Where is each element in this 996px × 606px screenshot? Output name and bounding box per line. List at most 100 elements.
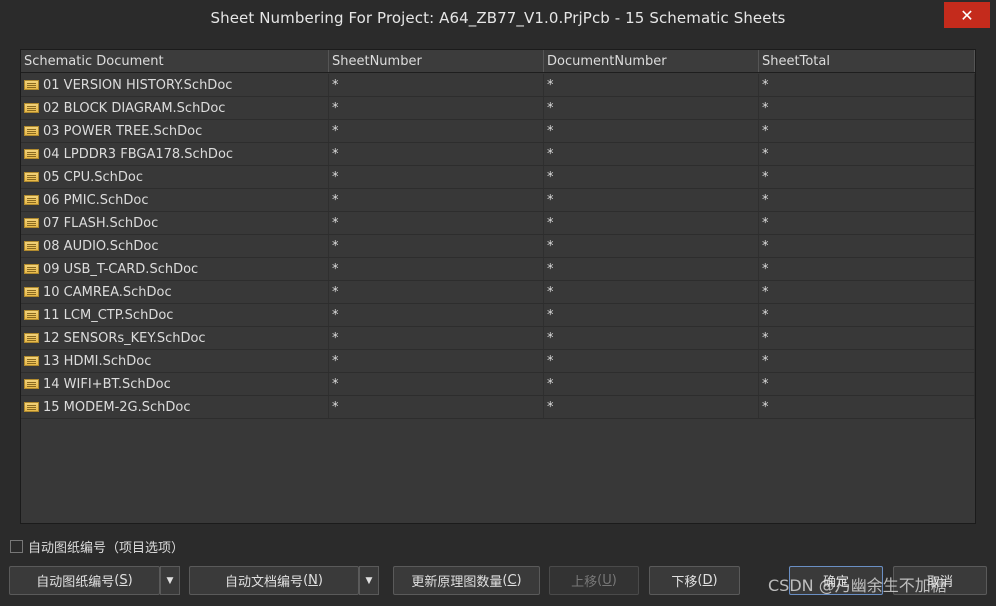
cell-sheet-total[interactable]: * (759, 212, 975, 234)
cell-sheet-total[interactable]: * (759, 258, 975, 280)
cell-sheet-number[interactable]: * (329, 74, 544, 96)
cell-schematic-document[interactable]: 14 WIFI+BT.SchDoc (21, 373, 329, 395)
update-sheet-count-button[interactable]: 更新原理图数量 (C) (393, 566, 540, 595)
cell-schematic-document[interactable]: 09 USB_T-CARD.SchDoc (21, 258, 329, 280)
cell-schematic-document-text: 04 LPDDR3 FBGA178.SchDoc (43, 146, 234, 162)
schematic-sheet-icon (24, 103, 39, 113)
table-row[interactable]: 07 FLASH.SchDoc * * * (21, 212, 975, 235)
cancel-button[interactable]: 取消 (893, 566, 987, 595)
cell-sheet-number[interactable]: * (329, 327, 544, 349)
cell-schematic-document[interactable]: 08 AUDIO.SchDoc (21, 235, 329, 257)
cell-sheet-number[interactable]: * (329, 120, 544, 142)
column-header-document-number[interactable]: DocumentNumber (544, 50, 759, 72)
close-button[interactable]: ✕ (944, 2, 990, 28)
cell-sheet-number[interactable]: * (329, 143, 544, 165)
table-row[interactable]: 06 PMIC.SchDoc * * * (21, 189, 975, 212)
cell-schematic-document[interactable]: 05 CPU.SchDoc (21, 166, 329, 188)
table-row[interactable]: 04 LPDDR3 FBGA178.SchDoc * * * (21, 143, 975, 166)
cell-sheet-total[interactable]: * (759, 281, 975, 303)
cell-sheet-number[interactable]: * (329, 235, 544, 257)
cell-document-number[interactable]: * (544, 120, 759, 142)
cell-sheet-total[interactable]: * (759, 166, 975, 188)
cell-schematic-document[interactable]: 01 VERSION HISTORY.SchDoc (21, 74, 329, 96)
cell-sheet-number[interactable]: * (329, 189, 544, 211)
cell-document-number[interactable]: * (544, 258, 759, 280)
cell-sheet-total[interactable]: * (759, 350, 975, 372)
cell-schematic-document[interactable]: 03 POWER TREE.SchDoc (21, 120, 329, 142)
column-header-sheet-total[interactable]: SheetTotal (759, 50, 975, 72)
cell-sheet-total[interactable]: * (759, 373, 975, 395)
cell-sheet-number[interactable]: * (329, 212, 544, 234)
table-row[interactable]: 03 POWER TREE.SchDoc * * * (21, 120, 975, 143)
cell-schematic-document[interactable]: 12 SENSORs_KEY.SchDoc (21, 327, 329, 349)
cell-schematic-document[interactable]: 02 BLOCK DIAGRAM.SchDoc (21, 97, 329, 119)
cell-document-number[interactable]: * (544, 166, 759, 188)
cell-schematic-document[interactable]: 07 FLASH.SchDoc (21, 212, 329, 234)
table-row[interactable]: 02 BLOCK DIAGRAM.SchDoc * * * (21, 97, 975, 120)
cell-sheet-total[interactable]: * (759, 327, 975, 349)
cell-schematic-document[interactable]: 06 PMIC.SchDoc (21, 189, 329, 211)
cell-document-number[interactable]: * (544, 281, 759, 303)
table-row[interactable]: 11 LCM_CTP.SchDoc * * * (21, 304, 975, 327)
cell-sheet-total-text: * (762, 238, 769, 254)
cell-document-number[interactable]: * (544, 212, 759, 234)
cell-document-number-text: * (547, 77, 554, 93)
cell-document-number[interactable]: * (544, 327, 759, 349)
auto-document-number-button[interactable]: 自动文档编号 (N) (189, 566, 359, 595)
cell-document-number[interactable]: * (544, 74, 759, 96)
ok-button[interactable]: 确定 (789, 566, 883, 595)
cell-sheet-number[interactable]: * (329, 166, 544, 188)
cell-schematic-document[interactable]: 15 MODEM-2G.SchDoc (21, 396, 329, 418)
sheet-grid[interactable]: Schematic Document SheetNumber DocumentN… (20, 49, 976, 524)
cell-sheet-number[interactable]: * (329, 258, 544, 280)
cell-sheet-total[interactable]: * (759, 304, 975, 326)
cell-sheet-total[interactable]: * (759, 235, 975, 257)
auto-sheet-number-button[interactable]: 自动图纸编号 (S) (9, 566, 160, 595)
auto-sheet-numbering-option[interactable]: 自动图纸编号（项目选项） (10, 537, 184, 556)
cell-sheet-number[interactable]: * (329, 281, 544, 303)
cell-sheet-number[interactable]: * (329, 373, 544, 395)
table-row[interactable]: 15 MODEM-2G.SchDoc * * * (21, 396, 975, 419)
cell-sheet-total[interactable]: * (759, 120, 975, 142)
column-header-sheet-number[interactable]: SheetNumber (329, 50, 544, 72)
table-row[interactable]: 09 USB_T-CARD.SchDoc * * * (21, 258, 975, 281)
auto-sheet-numbering-checkbox[interactable] (10, 540, 23, 553)
schematic-sheet-icon (24, 172, 39, 182)
cell-document-number[interactable]: * (544, 97, 759, 119)
column-header-schematic-document[interactable]: Schematic Document (21, 50, 329, 72)
table-row[interactable]: 13 HDMI.SchDoc * * * (21, 350, 975, 373)
auto-sheet-number-dropdown[interactable]: ▼ (160, 566, 180, 595)
cell-schematic-document[interactable]: 11 LCM_CTP.SchDoc (21, 304, 329, 326)
cell-schematic-document[interactable]: 04 LPDDR3 FBGA178.SchDoc (21, 143, 329, 165)
cell-sheet-number[interactable]: * (329, 350, 544, 372)
table-row[interactable]: 12 SENSORs_KEY.SchDoc * * * (21, 327, 975, 350)
move-down-button[interactable]: 下移 (D) (649, 566, 740, 595)
cell-sheet-total[interactable]: * (759, 143, 975, 165)
cell-sheet-total[interactable]: * (759, 74, 975, 96)
table-row[interactable]: 08 AUDIO.SchDoc * * * (21, 235, 975, 258)
table-row[interactable]: 01 VERSION HISTORY.SchDoc * * * (21, 74, 975, 97)
cell-document-number[interactable]: * (544, 373, 759, 395)
table-row[interactable]: 10 CAMREA.SchDoc * * * (21, 281, 975, 304)
cell-document-number[interactable]: * (544, 396, 759, 418)
cell-document-number[interactable]: * (544, 235, 759, 257)
cell-document-number[interactable]: * (544, 350, 759, 372)
cell-sheet-number[interactable]: * (329, 396, 544, 418)
cell-document-number[interactable]: * (544, 304, 759, 326)
cell-sheet-total[interactable]: * (759, 97, 975, 119)
cell-document-number[interactable]: * (544, 143, 759, 165)
cell-sheet-number[interactable]: * (329, 304, 544, 326)
table-row[interactable]: 14 WIFI+BT.SchDoc * * * (21, 373, 975, 396)
cell-sheet-number[interactable]: * (329, 97, 544, 119)
cell-sheet-total[interactable]: * (759, 189, 975, 211)
cell-schematic-document-text: 15 MODEM-2G.SchDoc (43, 399, 191, 415)
auto-document-number-dropdown[interactable]: ▼ (359, 566, 379, 595)
move-up-button[interactable]: 上移 (U) (549, 566, 639, 595)
table-row[interactable]: 05 CPU.SchDoc * * * (21, 166, 975, 189)
cell-schematic-document[interactable]: 13 HDMI.SchDoc (21, 350, 329, 372)
cell-schematic-document[interactable]: 10 CAMREA.SchDoc (21, 281, 329, 303)
cell-document-number[interactable]: * (544, 189, 759, 211)
cell-sheet-total[interactable]: * (759, 396, 975, 418)
cell-document-number-text: * (547, 284, 554, 300)
cell-sheet-number-text: * (332, 284, 339, 300)
